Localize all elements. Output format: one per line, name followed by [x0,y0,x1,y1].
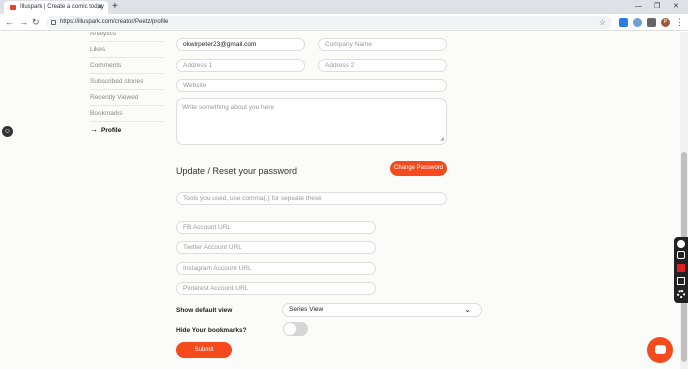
window-close-icon[interactable]: ✕ [673,0,679,13]
chat-bubble-icon [655,345,666,354]
lock-icon [51,20,56,25]
shield-extension-icon[interactable] [633,18,642,27]
fb-url-field[interactable]: FB Account URL [176,221,376,234]
sidebar-item-analytics[interactable]: Analytics [90,32,164,42]
accessibility-icon[interactable]: ☺ [2,126,13,137]
record-video-icon[interactable] [677,264,685,272]
default-view-label: Show default view [176,307,233,314]
default-view-value: Series View [289,306,324,313]
sidebar-nav: Analytics Likes Comments Subscribed stor… [90,32,164,138]
browser-tab[interactable]: Illuspark | Create a comic today ✕ [4,1,108,14]
profile-avatar[interactable]: P [661,18,670,27]
chevron-down-icon: ⌄ [464,305,471,314]
address-bar[interactable]: https://illuspark.com/creator/Peetz/prof… [46,16,612,29]
tab-title: Illuspark | Create a comic today [20,4,104,10]
site-favicon-icon [10,5,16,10]
website-field[interactable]: Website [176,79,447,92]
hide-bookmarks-toggle[interactable] [283,322,308,336]
browser-menu-icon[interactable]: ⋮ [675,16,684,29]
gallery-icon[interactable] [677,277,685,285]
pinterest-url-field[interactable]: Pinterest Account URL [176,282,376,295]
tools-field[interactable]: Tools you used, use comma(,) for sepeate… [176,192,447,205]
browser-toolbar: ← → ↻ https://illuspark.com/creator/Peet… [0,14,688,31]
sidebar-item-profile[interactable]: → Profile [90,122,164,138]
maximize-icon[interactable]: ❐ [654,0,660,13]
browser-tab-strip: Illuspark | Create a comic today ✕ + — ❐… [0,0,688,14]
page-scrollbar[interactable] [680,32,688,369]
sidebar-item-bookmarks[interactable]: Bookmarks [90,106,164,122]
screen-capture-toolbar [674,237,688,303]
minimize-icon[interactable]: — [635,0,642,13]
company-name-field[interactable]: Company Name [318,38,447,51]
chat-launcher-button[interactable] [647,337,673,363]
close-tab-icon[interactable]: ✕ [97,1,103,14]
back-icon[interactable]: ← [5,16,14,29]
twitter-url-field[interactable]: Twitter Account URL [176,241,376,254]
url-text: https://illuspark.com/creator/Peetz/prof… [60,19,169,25]
reload-icon[interactable]: ↻ [32,16,40,29]
password-section-title: Update / Reset your password [176,166,298,176]
camera-icon[interactable] [677,251,685,259]
arrow-right-icon: → [90,125,98,134]
email-field[interactable]: okwirpeter23@gmail.com [176,38,305,51]
submit-button[interactable]: Submit [176,342,232,358]
resize-grip-icon[interactable]: ◢ [440,136,444,142]
default-view-select[interactable]: Series View ⌄ [282,303,482,317]
about-placeholder: Write something about you here [182,104,275,111]
new-tab-button[interactable]: + [112,0,118,14]
about-textarea[interactable]: Write something about you here ◢ [176,98,447,145]
profile-page: ☺ Analytics Likes Comments Subscribed st… [0,32,680,369]
puzzle-icon[interactable] [647,18,656,27]
settings-gear-icon[interactable] [677,290,685,298]
bookmark-star-icon[interactable]: ☆ [599,16,606,29]
address-1-field[interactable]: Address 1 [176,59,305,72]
hide-bookmarks-label: Hide Your bookmarks? [176,327,247,334]
sidebar-item-comments[interactable]: Comments [90,58,164,74]
forward-icon[interactable]: → [19,16,28,29]
instagram-url-field[interactable]: Instagram Account URL [176,262,376,275]
sidebar-item-likes[interactable]: Likes [90,42,164,58]
sidebar-item-recently-viewed[interactable]: Recently Viewed [90,90,164,106]
change-password-button[interactable]: Change Password [390,161,447,176]
sidebar-item-subscribed-stories[interactable]: Subscribed stories [90,74,164,90]
extension-icon[interactable] [619,18,628,27]
toggle-knob [284,323,296,335]
address-2-field[interactable]: Address 2 [318,59,447,72]
capture-dot-icon[interactable] [677,240,685,248]
sidebar-item-label: Profile [101,127,122,134]
